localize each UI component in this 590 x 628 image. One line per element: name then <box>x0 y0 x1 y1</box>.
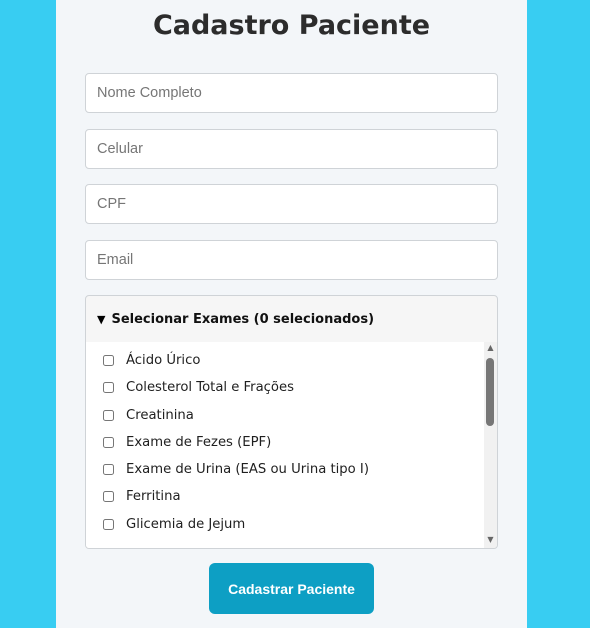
list-item[interactable]: Ácido Úrico <box>103 350 200 370</box>
list-item[interactable]: Ferritina <box>103 486 181 506</box>
exam-label: Colesterol Total e Frações <box>126 379 294 395</box>
exam-checkbox[interactable] <box>103 490 114 502</box>
exam-label: Ácido Úrico <box>126 352 201 368</box>
exam-label: Exame de Urina (EAS ou Urina tipo I) <box>126 461 369 477</box>
exam-checkbox[interactable] <box>103 381 114 393</box>
arrow-down-icon[interactable]: ▼ <box>484 534 497 546</box>
exam-selector: ▼ Selecionar Exames (0 selecionados) Áci… <box>85 295 498 549</box>
exam-checkbox[interactable] <box>103 518 114 530</box>
scrollbar-thumb[interactable] <box>486 358 494 426</box>
exam-label: Ferritina <box>126 488 181 504</box>
exam-checkbox[interactable] <box>103 436 114 448</box>
exam-label: Creatinina <box>126 407 194 423</box>
triangle-down-icon: ▼ <box>97 312 106 326</box>
list-item[interactable]: Creatinina <box>103 405 194 425</box>
list-item[interactable]: Colesterol Total e Frações <box>103 377 294 397</box>
exam-list: Ácido Úrico Colesterol Total e Frações C… <box>86 342 484 548</box>
exam-checkbox[interactable] <box>103 409 114 421</box>
cpf-input[interactable] <box>85 184 498 224</box>
phone-input[interactable] <box>85 129 498 169</box>
email-input[interactable] <box>85 240 498 280</box>
arrow-up-icon[interactable]: ▲ <box>484 342 497 354</box>
list-item[interactable]: Exame de Fezes (EPF) <box>103 432 271 452</box>
page-title: Cadastro Paciente <box>152 10 431 41</box>
exam-label: Glicemia de Jejum <box>126 516 246 532</box>
exam-list-scrollbar[interactable]: ▲ ▼ <box>484 342 497 548</box>
exam-checkbox[interactable] <box>103 354 114 366</box>
exam-selector-label: Selecionar Exames (0 selecionados) <box>111 311 375 327</box>
exam-checkbox[interactable] <box>103 463 114 475</box>
exam-selector-toggle[interactable]: ▼ Selecionar Exames (0 selecionados) <box>86 296 497 342</box>
list-item[interactable]: Glicemia de Jejum <box>103 514 245 534</box>
list-item[interactable]: Exame de Urina (EAS ou Urina tipo I) <box>103 459 369 479</box>
registration-card: Cadastro Paciente ▼ Selecionar Exames (0… <box>56 0 527 628</box>
full-name-input[interactable] <box>85 73 498 113</box>
register-patient-button[interactable]: Cadastrar Paciente <box>209 563 374 614</box>
exam-label: Exame de Fezes (EPF) <box>126 434 272 450</box>
